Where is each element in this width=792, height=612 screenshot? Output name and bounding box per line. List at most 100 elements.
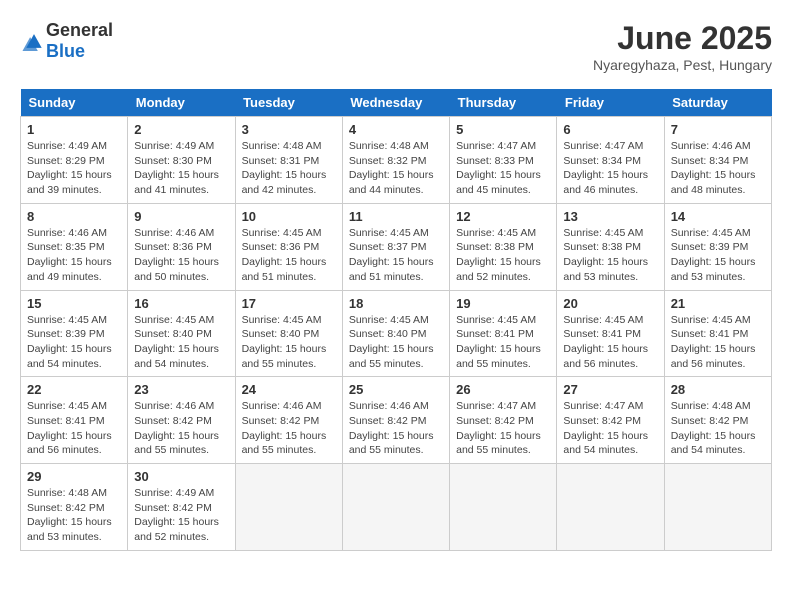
day-number: 24: [242, 382, 336, 397]
day-number: 25: [349, 382, 443, 397]
table-row: 5 Sunrise: 4:47 AM Sunset: 8:33 PM Daylig…: [450, 117, 557, 204]
day-info: Sunrise: 4:45 AM Sunset: 8:39 PM Dayligh…: [671, 226, 765, 285]
day-number: 5: [456, 122, 550, 137]
day-info: Sunrise: 4:45 AM Sunset: 8:40 PM Dayligh…: [134, 313, 228, 372]
day-number: 15: [27, 296, 121, 311]
day-number: 7: [671, 122, 765, 137]
table-row: 24 Sunrise: 4:46 AM Sunset: 8:42 PM Dayli…: [235, 377, 342, 464]
calendar-title: June 2025: [593, 20, 772, 57]
table-row: 13Sunrise: 4:45 AM Sunset: 8:38 PM Dayli…: [557, 203, 664, 290]
table-row: 27Sunrise: 4:47 AM Sunset: 8:42 PM Dayli…: [557, 377, 664, 464]
table-row: 4 Sunrise: 4:48 AM Sunset: 8:32 PM Daylig…: [342, 117, 449, 204]
title-area: June 2025 Nyaregyhaza, Pest, Hungary: [593, 20, 772, 73]
table-row: 21Sunrise: 4:45 AM Sunset: 8:41 PM Dayli…: [664, 290, 771, 377]
table-row: 29Sunrise: 4:48 AM Sunset: 8:42 PM Dayli…: [21, 464, 128, 551]
day-number: 17: [242, 296, 336, 311]
table-row: [557, 464, 664, 551]
table-row: 14Sunrise: 4:45 AM Sunset: 8:39 PM Dayli…: [664, 203, 771, 290]
day-info: Sunrise: 4:49 AM Sunset: 8:29 PM Dayligh…: [27, 139, 121, 198]
table-row: 30 Sunrise: 4:49 AM Sunset: 8:42 PM Dayli…: [128, 464, 235, 551]
day-number: 12: [456, 209, 550, 224]
day-info: Sunrise: 4:45 AM Sunset: 8:38 PM Dayligh…: [563, 226, 657, 285]
table-row: 15 Sunrise: 4:45 AM Sunset: 8:39 PM Dayli…: [21, 290, 128, 377]
day-number: 3: [242, 122, 336, 137]
day-number: 20: [563, 296, 657, 311]
day-info: Sunrise: 4:45 AM Sunset: 8:37 PM Dayligh…: [349, 226, 443, 285]
day-number: 30: [134, 469, 228, 484]
day-info: Sunrise: 4:46 AM Sunset: 8:36 PM Dayligh…: [134, 226, 228, 285]
table-row: [664, 464, 771, 551]
week-row: 22Sunrise: 4:45 AM Sunset: 8:41 PM Dayli…: [21, 377, 772, 464]
table-row: 26 Sunrise: 4:47 AM Sunset: 8:42 PM Dayli…: [450, 377, 557, 464]
logo-icon: [22, 31, 46, 51]
table-row: 8Sunrise: 4:46 AM Sunset: 8:35 PM Daylig…: [21, 203, 128, 290]
table-row: 28 Sunrise: 4:48 AM Sunset: 8:42 PM Dayli…: [664, 377, 771, 464]
day-info: Sunrise: 4:48 AM Sunset: 8:42 PM Dayligh…: [671, 399, 765, 458]
day-info: Sunrise: 4:45 AM Sunset: 8:36 PM Dayligh…: [242, 226, 336, 285]
week-row: 8Sunrise: 4:46 AM Sunset: 8:35 PM Daylig…: [21, 203, 772, 290]
table-row: 1Sunrise: 4:49 AM Sunset: 8:29 PM Daylig…: [21, 117, 128, 204]
table-row: 25 Sunrise: 4:46 AM Sunset: 8:42 PM Dayli…: [342, 377, 449, 464]
day-number: 6: [563, 122, 657, 137]
col-monday: Monday: [128, 89, 235, 117]
day-number: 21: [671, 296, 765, 311]
day-info: Sunrise: 4:45 AM Sunset: 8:40 PM Dayligh…: [242, 313, 336, 372]
week-row: 1Sunrise: 4:49 AM Sunset: 8:29 PM Daylig…: [21, 117, 772, 204]
day-number: 23: [134, 382, 228, 397]
day-number: 2: [134, 122, 228, 137]
day-number: 22: [27, 382, 121, 397]
table-row: 16Sunrise: 4:45 AM Sunset: 8:40 PM Dayli…: [128, 290, 235, 377]
day-number: 26: [456, 382, 550, 397]
day-info: Sunrise: 4:46 AM Sunset: 8:42 PM Dayligh…: [134, 399, 228, 458]
logo: General Blue: [20, 20, 113, 62]
table-row: 11 Sunrise: 4:45 AM Sunset: 8:37 PM Dayli…: [342, 203, 449, 290]
day-info: Sunrise: 4:48 AM Sunset: 8:32 PM Dayligh…: [349, 139, 443, 198]
day-number: 28: [671, 382, 765, 397]
day-number: 29: [27, 469, 121, 484]
table-row: 12 Sunrise: 4:45 AM Sunset: 8:38 PM Dayli…: [450, 203, 557, 290]
day-info: Sunrise: 4:46 AM Sunset: 8:35 PM Dayligh…: [27, 226, 121, 285]
table-row: 9 Sunrise: 4:46 AM Sunset: 8:36 PM Daylig…: [128, 203, 235, 290]
week-row: 29Sunrise: 4:48 AM Sunset: 8:42 PM Dayli…: [21, 464, 772, 551]
day-number: 18: [349, 296, 443, 311]
day-info: Sunrise: 4:45 AM Sunset: 8:41 PM Dayligh…: [456, 313, 550, 372]
table-row: 22Sunrise: 4:45 AM Sunset: 8:41 PM Dayli…: [21, 377, 128, 464]
week-row: 15 Sunrise: 4:45 AM Sunset: 8:39 PM Dayli…: [21, 290, 772, 377]
day-number: 11: [349, 209, 443, 224]
day-info: Sunrise: 4:46 AM Sunset: 8:42 PM Dayligh…: [242, 399, 336, 458]
day-number: 19: [456, 296, 550, 311]
col-thursday: Thursday: [450, 89, 557, 117]
day-number: 27: [563, 382, 657, 397]
logo-text-general: General: [46, 20, 113, 40]
col-wednesday: Wednesday: [342, 89, 449, 117]
day-info: Sunrise: 4:46 AM Sunset: 8:34 PM Dayligh…: [671, 139, 765, 198]
day-info: Sunrise: 4:45 AM Sunset: 8:39 PM Dayligh…: [27, 313, 121, 372]
col-saturday: Saturday: [664, 89, 771, 117]
col-friday: Friday: [557, 89, 664, 117]
table-row: 17 Sunrise: 4:45 AM Sunset: 8:40 PM Dayli…: [235, 290, 342, 377]
table-row: [235, 464, 342, 551]
header-row: Sunday Monday Tuesday Wednesday Thursday…: [21, 89, 772, 117]
header: General Blue June 2025 Nyaregyhaza, Pest…: [20, 20, 772, 73]
day-info: Sunrise: 4:47 AM Sunset: 8:33 PM Dayligh…: [456, 139, 550, 198]
day-info: Sunrise: 4:47 AM Sunset: 8:34 PM Dayligh…: [563, 139, 657, 198]
day-info: Sunrise: 4:45 AM Sunset: 8:41 PM Dayligh…: [563, 313, 657, 372]
day-number: 10: [242, 209, 336, 224]
table-row: [450, 464, 557, 551]
table-row: 10 Sunrise: 4:45 AM Sunset: 8:36 PM Dayli…: [235, 203, 342, 290]
table-row: 23 Sunrise: 4:46 AM Sunset: 8:42 PM Dayli…: [128, 377, 235, 464]
day-info: Sunrise: 4:49 AM Sunset: 8:30 PM Dayligh…: [134, 139, 228, 198]
calendar-subtitle: Nyaregyhaza, Pest, Hungary: [593, 57, 772, 73]
day-info: Sunrise: 4:49 AM Sunset: 8:42 PM Dayligh…: [134, 486, 228, 545]
table-row: [342, 464, 449, 551]
day-number: 9: [134, 209, 228, 224]
day-info: Sunrise: 4:48 AM Sunset: 8:31 PM Dayligh…: [242, 139, 336, 198]
day-info: Sunrise: 4:45 AM Sunset: 8:38 PM Dayligh…: [456, 226, 550, 285]
col-sunday: Sunday: [21, 89, 128, 117]
col-tuesday: Tuesday: [235, 89, 342, 117]
table-row: 19 Sunrise: 4:45 AM Sunset: 8:41 PM Dayli…: [450, 290, 557, 377]
table-row: 20 Sunrise: 4:45 AM Sunset: 8:41 PM Dayli…: [557, 290, 664, 377]
day-number: 4: [349, 122, 443, 137]
day-info: Sunrise: 4:46 AM Sunset: 8:42 PM Dayligh…: [349, 399, 443, 458]
day-info: Sunrise: 4:47 AM Sunset: 8:42 PM Dayligh…: [456, 399, 550, 458]
